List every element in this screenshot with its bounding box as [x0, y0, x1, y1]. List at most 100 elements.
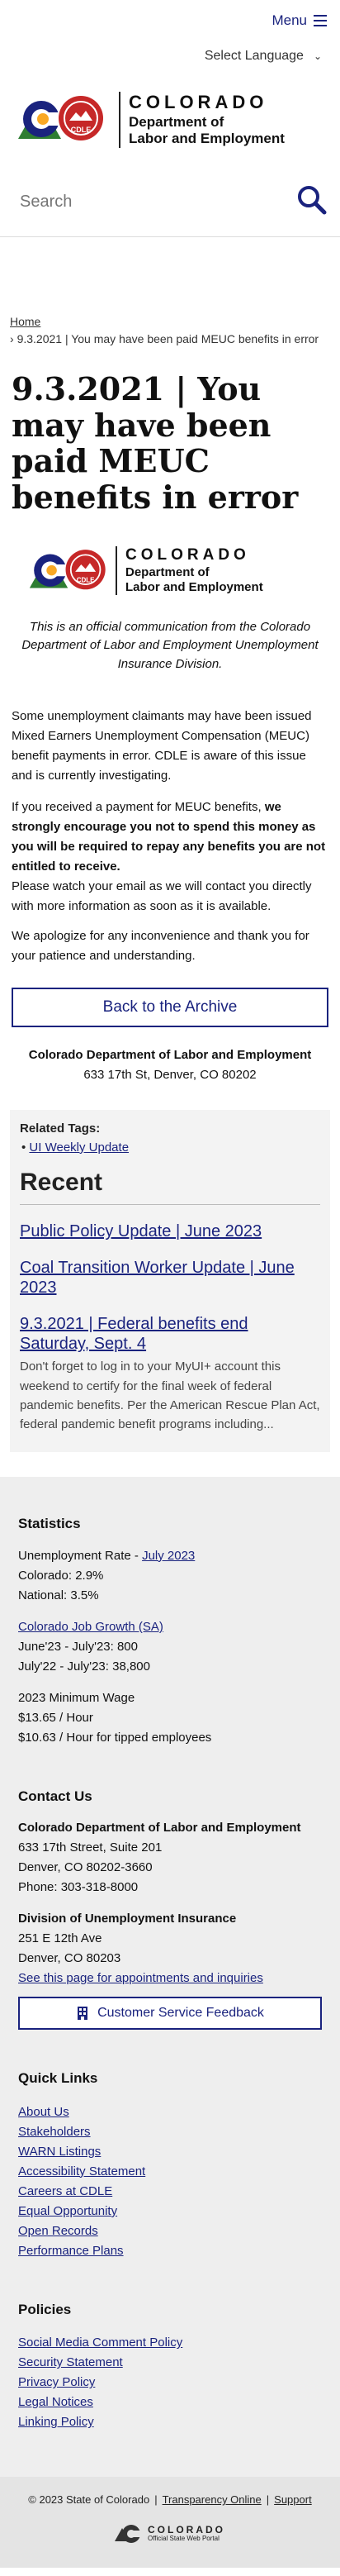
colorado-c-icon: [115, 2524, 143, 2543]
ui-street: 251 E 12th Ave: [18, 1931, 102, 1946]
related-tags-heading: Related Tags:: [20, 1121, 101, 1136]
job-growth-1: June'23 - July'23: 800: [18, 1639, 138, 1654]
recent-item: Public Policy Update | June 2023: [20, 1221, 320, 1241]
recent-link[interactable]: 9.3.2021 | Federal benefits end Saturday…: [20, 1314, 320, 1354]
recent-item: 9.3.2021 | Federal benefits end Saturday…: [20, 1314, 320, 1434]
policy-link[interactable]: Social Media Comment Policy: [18, 2333, 322, 2353]
state-portal-logo[interactable]: COLORADO Official State Web Portal: [0, 2523, 340, 2545]
policy-link[interactable]: Legal Notices: [18, 2393, 322, 2412]
contact-org: Colorado Department of Labor and Employm…: [18, 1821, 301, 1836]
language-row: Select Language ⌄: [0, 41, 340, 74]
footer-bottom-links: © 2023 State of Colorado | Transparency On…: [0, 2492, 340, 2508]
policy-link[interactable]: Security Statement: [18, 2353, 322, 2373]
policies-list: Social Media Comment Policy Security Sta…: [18, 2333, 322, 2432]
footer-bottom: © 2023 State of Colorado | Transparency On…: [0, 2477, 340, 2568]
quick-link[interactable]: Performance Plans: [18, 2241, 322, 2261]
quick-links-heading: Quick Links: [18, 2070, 98, 2087]
breadcrumb-separator: ›: [10, 332, 17, 345]
menu-button[interactable]: Menu: [272, 10, 327, 31]
contact-heading: Contact Us: [18, 1788, 92, 1804]
seal-graphics: CDLE: [18, 89, 107, 150]
org-name: Colorado Department of Labor and Employm…: [28, 1048, 312, 1063]
article-logo: CDLE COLORADO Department of Labor and Em…: [28, 544, 312, 598]
unemp-link[interactable]: July 2023: [142, 1549, 195, 1563]
quick-link[interactable]: Open Records: [18, 2221, 322, 2241]
seal-text: CDLE: [77, 576, 95, 583]
ui-division: Division of Unemployment Insurance: [18, 1912, 237, 1926]
org-address: 633 17th St, Denver, CO 80202: [83, 1068, 257, 1083]
appointments-link[interactable]: See this page for appointments and inqui…: [18, 1971, 263, 1985]
recent-item: Coal Transition Worker Update | June 202…: [20, 1258, 320, 1298]
recent-heading: Recent: [20, 1164, 320, 1206]
unemp-colorado: Colorado: 2.9%: [18, 1568, 104, 1583]
contact-phone: Phone: 303-318-8000: [18, 1880, 139, 1895]
hamburger-icon: [314, 14, 327, 26]
unemp-national: National: 3.5%: [18, 1588, 99, 1602]
menu-label: Menu: [272, 12, 307, 28]
job-growth-2: July'22 - July'23: 38,800: [18, 1659, 150, 1674]
contact-city: Denver, CO 80202-3660: [18, 1860, 153, 1875]
policy-link[interactable]: Linking Policy: [18, 2412, 322, 2432]
paragraph-2-lead: If you received a payment for MEUC benef…: [12, 800, 265, 815]
paragraph-1: Some unemployment claimants may have bee…: [12, 709, 312, 783]
min-wage-2: $10.63 / Hour for tipped employees: [18, 1730, 212, 1745]
quick-link[interactable]: Careers at CDLE: [18, 2182, 322, 2202]
stats-heading: Statistics: [18, 1516, 81, 1532]
cdle-seal-icon: CDLE: [29, 549, 106, 590]
footer: Statistics Unemployment Rate - July 2023…: [0, 1477, 340, 2478]
back-to-archive-button[interactable]: Back to the Archive: [12, 988, 328, 1028]
tag-link[interactable]: UI Weekly Update: [29, 1140, 129, 1155]
policies-heading: Policies: [18, 2301, 72, 2317]
ui-city: Denver, CO 80203: [18, 1951, 121, 1966]
recent-link[interactable]: Coal Transition Worker Update | June 202…: [20, 1258, 320, 1298]
quick-link[interactable]: Equal Opportunity: [18, 2202, 322, 2221]
quick-link[interactable]: WARN Listings: [18, 2142, 322, 2162]
paragraph-2: If you received a payment for MEUC benef…: [0, 798, 340, 917]
quick-link[interactable]: Stakeholders: [18, 2122, 322, 2142]
logo-text: COLORADO Department of Labor and Employm…: [119, 92, 285, 148]
recent-excerpt: Don't forget to log in to your MyUI+ acc…: [20, 1359, 320, 1431]
job-growth-link[interactable]: Colorado Job Growth (SA): [18, 1620, 163, 1634]
related-panel: Related Tags: • UI Weekly Update Recent …: [10, 1110, 330, 1453]
divider: |: [154, 2493, 158, 2507]
contact-street: 633 17th Street, Suite 201: [18, 1840, 163, 1855]
top-bar: Menu: [0, 0, 340, 41]
building-icon: [78, 2007, 88, 2021]
breadcrumb: Home › 9.3.2021 | You may have been paid…: [0, 237, 340, 348]
divider: |: [266, 2493, 270, 2507]
paragraph-2-tail: Please watch your email as we will conta…: [12, 879, 312, 914]
transparency-link[interactable]: Transparency Online: [163, 2493, 262, 2506]
unemployment-rate: Unemployment Rate - July 2023: [18, 1546, 322, 1566]
feedback-label: Customer Service Feedback: [97, 2006, 264, 2021]
policy-link[interactable]: Privacy Policy: [18, 2373, 322, 2393]
quick-link[interactable]: About Us: [18, 2102, 322, 2122]
breadcrumb-current: 9.3.2021 | You may have been paid MEUC b…: [17, 332, 319, 345]
language-label: Select Language: [204, 49, 304, 63]
quick-links-list: About Us Stakeholders WARN Listings Acce…: [18, 2102, 322, 2261]
article-logo-dept2: Labor and Employment: [125, 580, 263, 595]
paragraph-3: We apologize for any inconvenience and t…: [12, 929, 309, 964]
article-address: Colorado Department of Labor and Employm…: [0, 1045, 340, 1085]
search-icon[interactable]: [295, 183, 328, 217]
logo-dept-line2: Labor and Employment: [129, 131, 285, 147]
breadcrumb-home[interactable]: Home: [10, 315, 40, 328]
search-bar: [0, 167, 340, 237]
logo-state: COLORADO: [129, 92, 268, 113]
language-select[interactable]: Select Language ⌄: [205, 46, 322, 66]
support-link[interactable]: Support: [274, 2493, 312, 2506]
unemp-label: Unemployment Rate -: [18, 1548, 143, 1563]
chevron-down-icon: ⌄: [313, 50, 322, 62]
customer-feedback-button[interactable]: Customer Service Feedback: [18, 1997, 322, 2031]
search-input[interactable]: [20, 185, 284, 218]
copyright: © 2023 State of Colorado: [28, 2493, 150, 2507]
quick-link[interactable]: Accessibility Statement: [18, 2162, 322, 2182]
article-logo-dept1: Department of: [125, 565, 210, 580]
tag-item: • UI Weekly Update: [21, 1140, 130, 1155]
seal-text: CDLE: [71, 126, 92, 134]
recent-link[interactable]: Public Policy Update | June 2023: [20, 1221, 320, 1241]
article-logo-state: COLORADO: [125, 546, 250, 564]
cdle-logo[interactable]: CDLE COLORADO Department of Labor and Em…: [18, 89, 285, 150]
min-wage-1: $13.65 / Hour: [18, 1710, 93, 1725]
page-title: 9.3.2021 | You may have been paid MEUC b…: [12, 370, 299, 517]
min-wage-heading: 2023 Minimum Wage: [18, 1690, 135, 1705]
